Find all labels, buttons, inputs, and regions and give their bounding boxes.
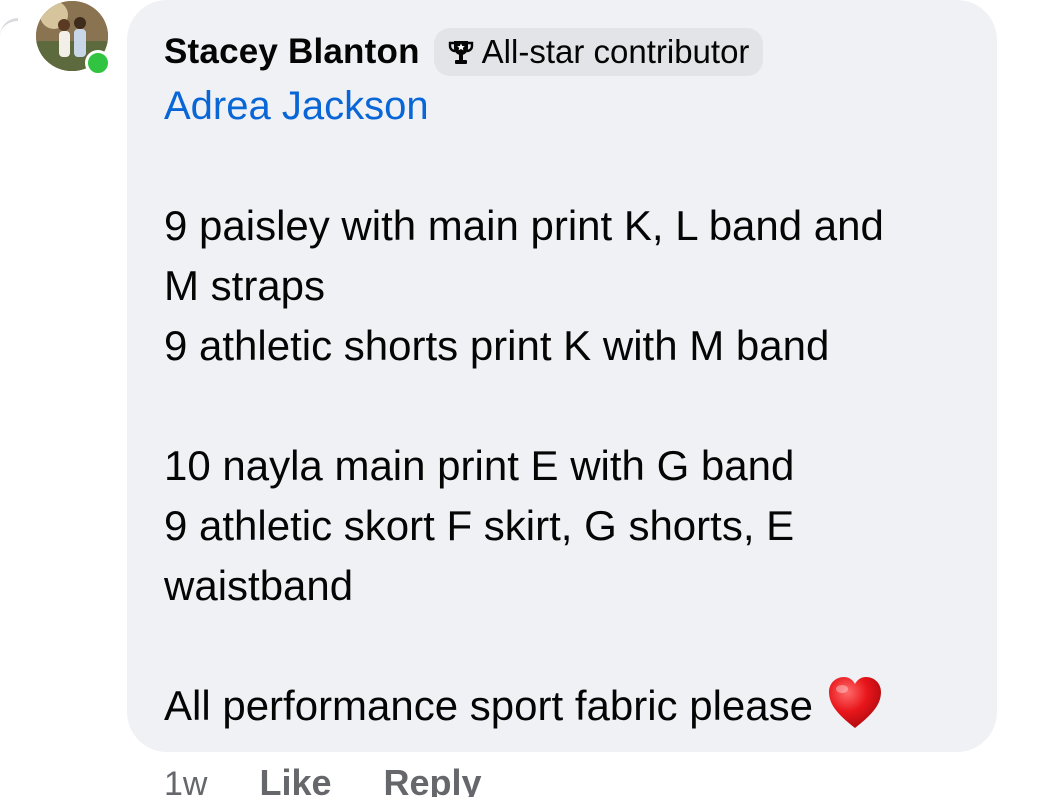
comment-last-line: All performance sport fabric please xyxy=(164,676,964,736)
contributor-badge[interactable]: All-star contributor xyxy=(433,28,764,76)
comment-line: 10 nayla main print E with G band xyxy=(164,442,795,489)
mention-link[interactable]: Adrea Jackson xyxy=(164,82,429,130)
red-heart-icon xyxy=(828,676,881,728)
comment-thread: Stacey Blanton All-star contributor Adre… xyxy=(0,0,1045,797)
reply-button[interactable]: Reply xyxy=(384,762,482,797)
comment-line: 9 paisley with main print K, L band and xyxy=(164,202,884,249)
thread-connector xyxy=(0,18,18,43)
comment-line: 9 athletic skort F skirt, G shorts, E xyxy=(164,502,795,549)
comment-line: M straps xyxy=(164,262,326,309)
comment-line: waistband xyxy=(164,562,354,609)
comment-body: 9 paisley with main print K, L band and … xyxy=(164,196,964,736)
badge-label: All-star contributor xyxy=(481,33,750,70)
author-name[interactable]: Stacey Blanton xyxy=(164,32,420,72)
like-button[interactable]: Like xyxy=(259,762,331,797)
comment-header: Stacey Blanton All-star contributor xyxy=(164,28,764,76)
comment-line: All performance sport fabric please xyxy=(164,682,813,729)
trophy-icon xyxy=(448,41,473,64)
online-status-dot xyxy=(85,50,111,76)
comment-line-blank xyxy=(164,616,964,676)
timestamp[interactable]: 1w xyxy=(164,765,207,797)
comment-line-blank xyxy=(164,376,964,436)
comment-actions: 1w Like Reply xyxy=(164,762,482,797)
comment-line: 9 athletic shorts print K with M band xyxy=(164,322,830,369)
